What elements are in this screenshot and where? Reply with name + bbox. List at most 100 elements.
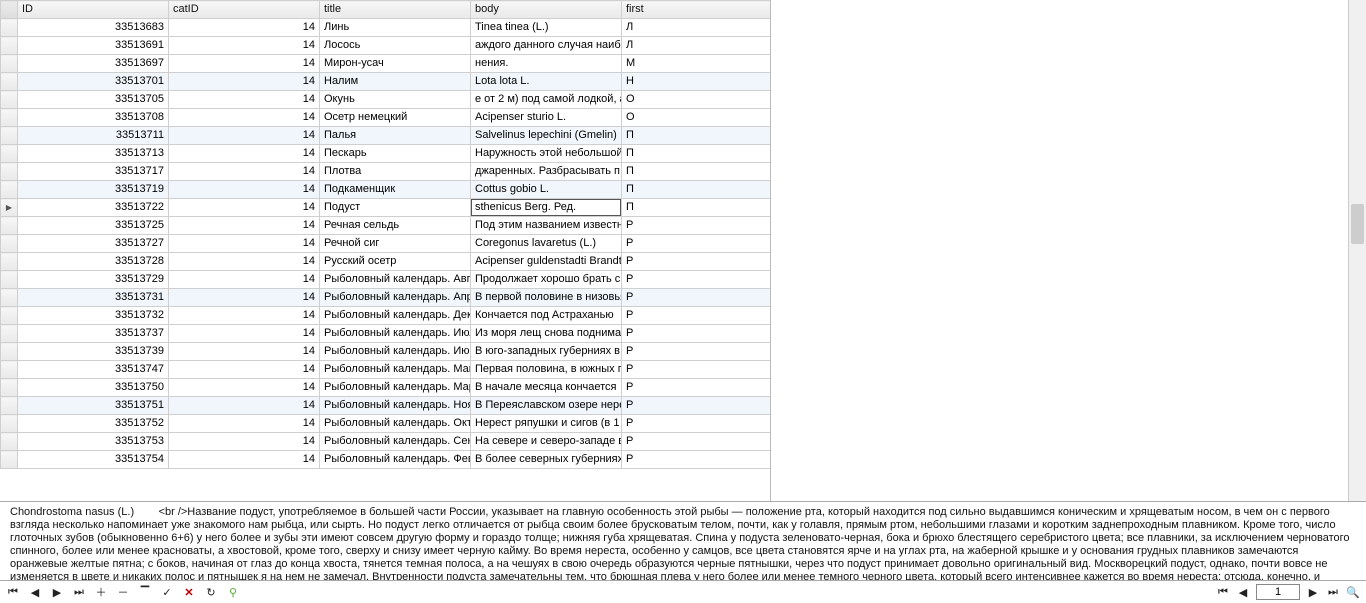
cell-id[interactable]: 33513683 <box>18 19 169 37</box>
col-header-catid[interactable]: catID <box>169 1 320 19</box>
nav-last-button[interactable]: ⏭ <box>72 585 86 599</box>
cell-first[interactable]: Р <box>622 235 772 253</box>
table-row[interactable]: 3351369114Лососьаждого данного случая на… <box>1 37 772 55</box>
cell-title[interactable]: Рыболовный календарь. Фев <box>320 451 471 469</box>
cell-id[interactable]: 33513729 <box>18 271 169 289</box>
cell-body[interactable]: На севере и северо-западе в <box>471 433 622 451</box>
cell-id[interactable]: 33513750 <box>18 379 169 397</box>
cell-first[interactable]: Л <box>622 19 772 37</box>
nav2-first-button[interactable]: ⏮ <box>1216 585 1230 599</box>
nav2-prev-button[interactable]: ◀ <box>1236 585 1250 599</box>
table-row[interactable]: 3351373714Рыболовный календарь. ИюлИз мо… <box>1 325 772 343</box>
table-row[interactable]: 3351375414Рыболовный календарь. ФевВ бол… <box>1 451 772 469</box>
cell-body[interactable]: Acipenser guldenstadti Brandt <box>471 253 622 271</box>
cell-first[interactable]: П <box>622 145 772 163</box>
row-handle[interactable] <box>1 163 18 181</box>
table-row[interactable]: 3351373114Рыболовный календарь. АпрВ пер… <box>1 289 772 307</box>
col-header-first[interactable]: first <box>622 1 772 19</box>
table-row[interactable]: 3351372814Русский осетрAcipenser guldens… <box>1 253 772 271</box>
cell-id[interactable]: 33513719 <box>18 181 169 199</box>
cell-first[interactable]: П <box>622 181 772 199</box>
row-handle[interactable] <box>1 289 18 307</box>
cell-body[interactable]: Lota lota L. <box>471 73 622 91</box>
cell-catid[interactable]: 14 <box>169 145 320 163</box>
cell-id[interactable]: 33513752 <box>18 415 169 433</box>
cell-title[interactable]: Пескарь <box>320 145 471 163</box>
cell-first[interactable]: Л <box>622 37 772 55</box>
cell-catid[interactable]: 14 <box>169 127 320 145</box>
cell-id[interactable]: 33513727 <box>18 235 169 253</box>
cell-first[interactable]: О <box>622 91 772 109</box>
cell-body[interactable]: Tinea tinea (L.) <box>471 19 622 37</box>
nav-bookmark-button[interactable]: ⚲ <box>226 585 240 599</box>
row-handle[interactable] <box>1 433 18 451</box>
row-handle[interactable] <box>1 55 18 73</box>
cell-title[interactable]: Рыболовный календарь. Май <box>320 361 471 379</box>
row-handle[interactable] <box>1 253 18 271</box>
cell-first[interactable]: Р <box>622 325 772 343</box>
cell-title[interactable]: Осетр немецкий <box>320 109 471 127</box>
col-header-title[interactable]: title <box>320 1 471 19</box>
cell-id[interactable]: 33513711 <box>18 127 169 145</box>
cell-editor[interactable]: sthenicus Berg. Ред. <box>471 199 621 216</box>
cell-id[interactable]: 33513691 <box>18 37 169 55</box>
row-handle[interactable] <box>1 451 18 469</box>
cell-first[interactable]: Р <box>622 307 772 325</box>
row-handle[interactable] <box>1 325 18 343</box>
cell-title[interactable]: Рыболовный календарь. Сен <box>320 433 471 451</box>
row-handle[interactable] <box>1 73 18 91</box>
row-handle[interactable] <box>1 181 18 199</box>
cell-title[interactable]: Рыболовный календарь. Апр <box>320 289 471 307</box>
nav-prev-button[interactable]: ◀ <box>28 585 42 599</box>
cell-body[interactable]: аждого данного случая наиб <box>471 37 622 55</box>
cell-first[interactable]: Р <box>622 379 772 397</box>
corner-cell[interactable] <box>1 1 18 19</box>
cell-catid[interactable]: 14 <box>169 415 320 433</box>
cell-title[interactable]: Палья <box>320 127 471 145</box>
cell-body[interactable]: Acipenser sturio L. <box>471 109 622 127</box>
col-header-id[interactable]: ID <box>18 1 169 19</box>
cell-title[interactable]: Лосось <box>320 37 471 55</box>
vertical-scrollbar[interactable] <box>1348 0 1366 501</box>
table-row[interactable]: 3351372514Речная сельдьПод этим название… <box>1 217 772 235</box>
cell-catid[interactable]: 14 <box>169 181 320 199</box>
cell-body[interactable]: В первой половине в низовья <box>471 289 622 307</box>
cell-id[interactable]: 33513722 <box>18 199 169 217</box>
cell-first[interactable]: Р <box>622 289 772 307</box>
cell-first[interactable]: Р <box>622 361 772 379</box>
table-row[interactable]: 3351371914ПодкаменщикCottus gobio L.П <box>1 181 772 199</box>
cell-id[interactable]: 33513708 <box>18 109 169 127</box>
cell-id[interactable]: 33513725 <box>18 217 169 235</box>
cell-body[interactable]: Coregonus lavaretus (L.) <box>471 235 622 253</box>
cell-title[interactable]: Рыболовный календарь. Дек <box>320 307 471 325</box>
cell-id[interactable]: 33513739 <box>18 343 169 361</box>
cell-body[interactable]: Под этим названием известны <box>471 217 622 235</box>
cell-title[interactable]: Рыболовный календарь. Авг <box>320 271 471 289</box>
cell-first[interactable]: Р <box>622 415 772 433</box>
row-handle[interactable] <box>1 415 18 433</box>
cell-catid[interactable]: 14 <box>169 379 320 397</box>
cell-first[interactable]: Н <box>622 73 772 91</box>
cell-catid[interactable]: 14 <box>169 73 320 91</box>
table-row[interactable]: 3351369714Мирон-усачнения.М <box>1 55 772 73</box>
cell-body[interactable]: нения. <box>471 55 622 73</box>
cell-title[interactable]: Рыболовный календарь. Окт <box>320 415 471 433</box>
cell-first[interactable]: Р <box>622 253 772 271</box>
row-handle[interactable] <box>1 199 18 217</box>
cell-catid[interactable]: 14 <box>169 19 320 37</box>
cell-catid[interactable]: 14 <box>169 235 320 253</box>
cell-title[interactable]: Рыболовный календарь. Ноя <box>320 397 471 415</box>
cell-catid[interactable]: 14 <box>169 271 320 289</box>
cell-id[interactable]: 33513705 <box>18 91 169 109</box>
row-handle[interactable] <box>1 343 18 361</box>
cell-id[interactable]: 33513751 <box>18 397 169 415</box>
cell-first[interactable]: О <box>622 109 772 127</box>
row-handle[interactable] <box>1 307 18 325</box>
nav-add-button[interactable]: ＋ <box>94 585 108 599</box>
scrollbar-thumb[interactable] <box>1351 204 1364 244</box>
table-row[interactable]: 3351375114Рыболовный календарь. НояВ Пер… <box>1 397 772 415</box>
row-handle[interactable] <box>1 19 18 37</box>
cell-first[interactable]: П <box>622 199 772 217</box>
cell-catid[interactable]: 14 <box>169 451 320 469</box>
cell-id[interactable]: 33513713 <box>18 145 169 163</box>
